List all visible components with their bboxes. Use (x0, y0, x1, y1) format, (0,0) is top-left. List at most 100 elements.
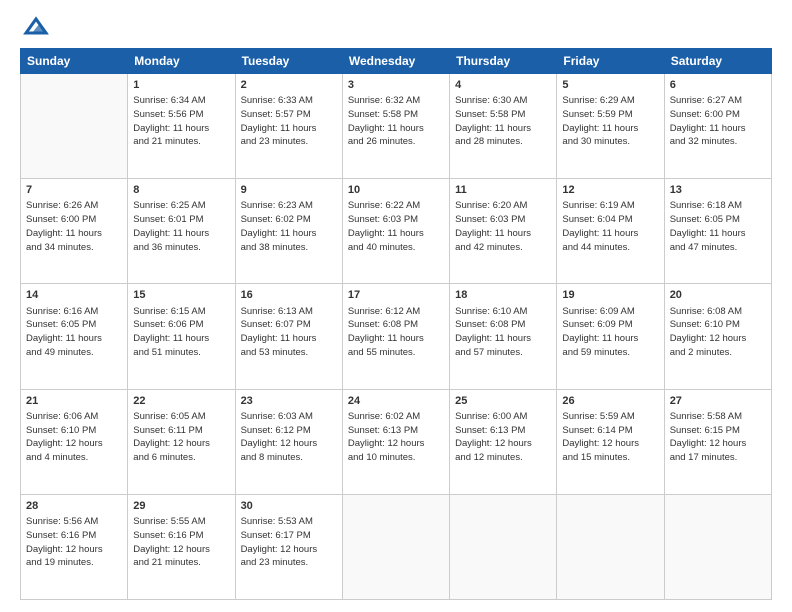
calendar-cell: 1Sunrise: 6:34 AMSunset: 5:56 PMDaylight… (128, 73, 235, 178)
calendar-cell: 30Sunrise: 5:53 AMSunset: 6:17 PMDayligh… (235, 494, 342, 599)
day-number: 23 (241, 394, 337, 409)
day-number: 16 (241, 288, 337, 303)
calendar-cell: 6Sunrise: 6:27 AMSunset: 6:00 PMDaylight… (664, 73, 771, 178)
cell-content: Daylight: 12 hours (562, 437, 658, 451)
cell-content: Sunset: 6:00 PM (26, 213, 122, 227)
calendar-cell: 22Sunrise: 6:05 AMSunset: 6:11 PMDayligh… (128, 389, 235, 494)
calendar-cell: 21Sunrise: 6:06 AMSunset: 6:10 PMDayligh… (21, 389, 128, 494)
cell-content: Sunrise: 6:02 AM (348, 410, 444, 424)
cell-content: Daylight: 11 hours (133, 122, 229, 136)
calendar-cell: 29Sunrise: 5:55 AMSunset: 6:16 PMDayligh… (128, 494, 235, 599)
cell-content: Sunset: 5:56 PM (133, 108, 229, 122)
day-header-tuesday: Tuesday (235, 48, 342, 73)
cell-content: Sunrise: 6:16 AM (26, 305, 122, 319)
cell-content: Sunset: 6:05 PM (670, 213, 766, 227)
day-number: 13 (670, 183, 766, 198)
cell-content: Sunrise: 6:22 AM (348, 199, 444, 213)
cell-content: Daylight: 12 hours (26, 543, 122, 557)
cell-content: Sunrise: 6:09 AM (562, 305, 658, 319)
header (20, 16, 772, 40)
day-header-sunday: Sunday (21, 48, 128, 73)
calendar-cell: 27Sunrise: 5:58 AMSunset: 6:15 PMDayligh… (664, 389, 771, 494)
cell-content: Sunset: 6:17 PM (241, 529, 337, 543)
cell-content: Sunrise: 5:56 AM (26, 515, 122, 529)
cell-content: Sunset: 6:10 PM (670, 318, 766, 332)
cell-content: Daylight: 11 hours (562, 332, 658, 346)
cell-content: and 49 minutes. (26, 346, 122, 360)
cell-content: Sunrise: 6:34 AM (133, 94, 229, 108)
cell-content: Sunrise: 5:59 AM (562, 410, 658, 424)
cell-content: Daylight: 12 hours (133, 437, 229, 451)
day-number: 29 (133, 499, 229, 514)
calendar-cell: 20Sunrise: 6:08 AMSunset: 6:10 PMDayligh… (664, 284, 771, 389)
cell-content: Daylight: 11 hours (348, 332, 444, 346)
day-number: 19 (562, 288, 658, 303)
calendar-cell (342, 494, 449, 599)
cell-content: Sunrise: 5:53 AM (241, 515, 337, 529)
cell-content: Sunset: 6:01 PM (133, 213, 229, 227)
cell-content: Sunset: 5:57 PM (241, 108, 337, 122)
cell-content: and 26 minutes. (348, 135, 444, 149)
cell-content: Sunset: 6:02 PM (241, 213, 337, 227)
day-number: 5 (562, 78, 658, 93)
day-number: 8 (133, 183, 229, 198)
calendar-header-row: SundayMondayTuesdayWednesdayThursdayFrid… (21, 48, 772, 73)
cell-content: Sunset: 6:12 PM (241, 424, 337, 438)
cell-content: Sunset: 6:00 PM (670, 108, 766, 122)
calendar-cell: 18Sunrise: 6:10 AMSunset: 6:08 PMDayligh… (450, 284, 557, 389)
cell-content: Sunrise: 6:29 AM (562, 94, 658, 108)
calendar-cell (664, 494, 771, 599)
cell-content: and 34 minutes. (26, 241, 122, 255)
cell-content: and 57 minutes. (455, 346, 551, 360)
cell-content: Daylight: 11 hours (670, 227, 766, 241)
calendar-cell: 17Sunrise: 6:12 AMSunset: 6:08 PMDayligh… (342, 284, 449, 389)
cell-content: Sunset: 6:03 PM (348, 213, 444, 227)
cell-content: Sunset: 6:04 PM (562, 213, 658, 227)
cell-content: and 12 minutes. (455, 451, 551, 465)
cell-content: and 51 minutes. (133, 346, 229, 360)
calendar-cell: 19 Sunrise: 6:09 AMSunset: 6:09 PMDayligh… (557, 284, 664, 389)
day-number: 15 (133, 288, 229, 303)
day-header-friday: Friday (557, 48, 664, 73)
cell-content: and 53 minutes. (241, 346, 337, 360)
day-number: 26 (562, 394, 658, 409)
cell-content: Daylight: 11 hours (348, 227, 444, 241)
cell-content: Sunrise: 6:20 AM (455, 199, 551, 213)
day-header-saturday: Saturday (664, 48, 771, 73)
calendar-cell: 24Sunrise: 6:02 AMSunset: 6:13 PMDayligh… (342, 389, 449, 494)
cell-content: and 47 minutes. (670, 241, 766, 255)
day-number: 24 (348, 394, 444, 409)
day-number: 14 (26, 288, 122, 303)
calendar-cell (21, 73, 128, 178)
week-row-0: 1Sunrise: 6:34 AMSunset: 5:56 PMDaylight… (21, 73, 772, 178)
cell-content: Daylight: 11 hours (133, 332, 229, 346)
cell-content: Daylight: 11 hours (455, 227, 551, 241)
cell-content: Daylight: 12 hours (133, 543, 229, 557)
cell-content: Sunset: 6:09 PM (562, 318, 658, 332)
cell-content: Daylight: 12 hours (241, 543, 337, 557)
calendar-cell: 10Sunrise: 6:22 AMSunset: 6:03 PMDayligh… (342, 179, 449, 284)
day-number: 28 (26, 499, 122, 514)
cell-content: Sunrise: 6:19 AM (562, 199, 658, 213)
cell-content: Sunset: 6:16 PM (133, 529, 229, 543)
cell-content: Daylight: 11 hours (26, 227, 122, 241)
cell-content: and 44 minutes. (562, 241, 658, 255)
day-number: 11 (455, 183, 551, 198)
calendar-cell: 5Sunrise: 6:29 AMSunset: 5:59 PMDaylight… (557, 73, 664, 178)
day-number: 10 (348, 183, 444, 198)
cell-content: Sunrise: 6:06 AM (26, 410, 122, 424)
calendar-cell: 2Sunrise: 6:33 AMSunset: 5:57 PMDaylight… (235, 73, 342, 178)
week-row-2: 14Sunrise: 6:16 AMSunset: 6:05 PMDayligh… (21, 284, 772, 389)
cell-content: and 4 minutes. (26, 451, 122, 465)
cell-content: Sunrise: 5:58 AM (670, 410, 766, 424)
cell-content: Daylight: 11 hours (562, 122, 658, 136)
day-number: 12 (562, 183, 658, 198)
day-number: 2 (241, 78, 337, 93)
cell-content: Sunrise: 6:23 AM (241, 199, 337, 213)
cell-content: Sunrise: 6:26 AM (26, 199, 122, 213)
calendar-cell: 8Sunrise: 6:25 AMSunset: 6:01 PMDaylight… (128, 179, 235, 284)
calendar-cell: 11Sunrise: 6:20 AMSunset: 6:03 PMDayligh… (450, 179, 557, 284)
cell-content: and 40 minutes. (348, 241, 444, 255)
cell-content: Sunrise: 6:33 AM (241, 94, 337, 108)
cell-content: Sunset: 6:06 PM (133, 318, 229, 332)
